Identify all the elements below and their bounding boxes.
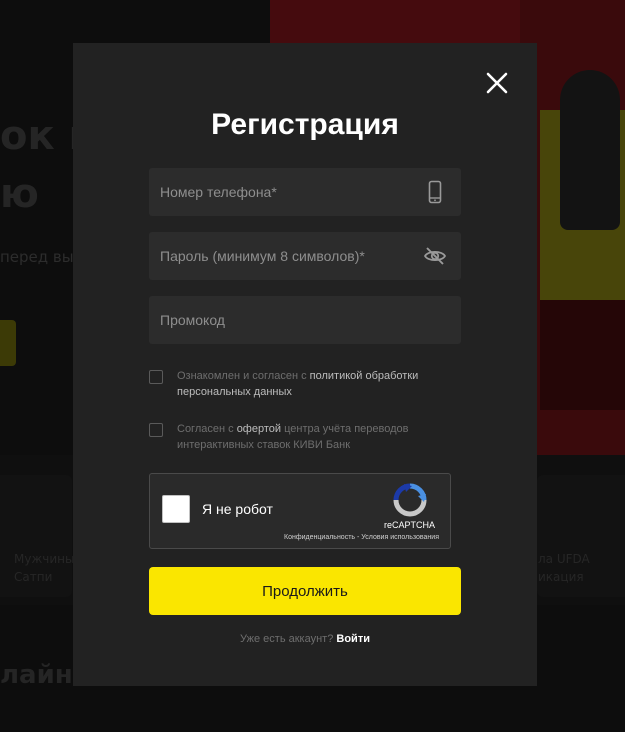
close-button[interactable] [484,70,510,96]
promo-input[interactable] [149,296,461,344]
login-link[interactable]: Войти [336,633,370,645]
close-icon [486,72,508,94]
consent-personal-data-label: Ознакомлен и согласен с политикой обрабо… [177,368,457,400]
phone-input[interactable] [149,168,461,216]
phone-field [149,168,461,216]
offer-link[interactable]: офертой [237,423,281,435]
eye-off-icon[interactable] [423,244,447,268]
continue-button[interactable]: Продолжить [149,567,461,615]
password-input[interactable] [149,232,461,280]
phone-icon [428,180,442,204]
consent-offer-prefix: Согласен с [177,423,237,435]
consent-offer-checkbox[interactable] [149,423,163,437]
promo-field [149,296,461,344]
recaptcha-brand: reCAPTCHA [384,520,436,530]
recaptcha-label: Я не робот [202,501,273,517]
consent-offer-label: Согласен с офертой центра учёта переводо… [177,421,457,453]
recaptcha-terms-link[interactable]: Условия использования [361,534,439,541]
recaptcha-checkbox[interactable] [162,495,190,523]
modal-title: Регистрация [211,108,399,141]
recaptcha-widget: Я не робот reCAPTCHA Конфиденциальность … [149,473,451,549]
login-prompt: Уже есть аккаунт? Войти [73,633,537,645]
recaptcha-links: Конфиденциальность - Условия использован… [284,534,439,541]
recaptcha-icon [393,483,427,517]
login-question: Уже есть аккаунт? [240,633,337,645]
consent-personal-data-checkbox[interactable] [149,370,163,384]
consent-personal-data-prefix: Ознакомлен и согласен с [177,370,310,382]
recaptcha-privacy-link[interactable]: Конфиденциальность [284,534,355,541]
password-field [149,232,461,280]
